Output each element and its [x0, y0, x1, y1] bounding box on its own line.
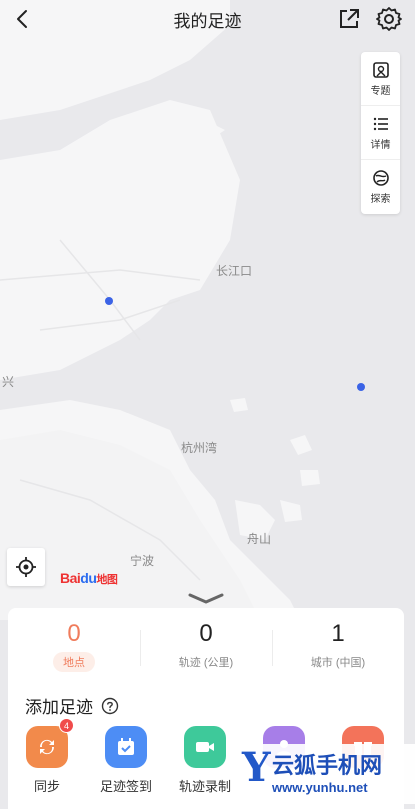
watermark-letter: Y	[242, 744, 271, 791]
add-footprint-section: 添加足迹	[25, 693, 119, 718]
tool-topic[interactable]: 专题	[361, 52, 400, 106]
track-record-button[interactable]: 轨迹录制	[170, 726, 240, 795]
sync-icon: 4	[26, 718, 74, 768]
stats-row: 0 地点 0 轨迹 (公里) 1 城市 (中国)	[8, 620, 404, 682]
map-label-ningbo: 宁波	[130, 554, 155, 568]
tool-details[interactable]: 详情	[361, 106, 400, 160]
watermark: Y 云狐手机网 www.yunhu.net	[242, 744, 415, 804]
add-footprint-title: 添加足迹	[25, 698, 93, 717]
footprint-marker[interactable]	[357, 383, 365, 391]
map-tools-panel: 专题 详情 探索	[361, 52, 400, 214]
stat-cities-value: 1	[331, 620, 345, 647]
watermark-text: 云狐手机网	[272, 753, 383, 778]
share-icon[interactable]	[336, 6, 362, 32]
track-record-label: 轨迹录制	[178, 779, 231, 794]
stat-cities-caption: 城市 (中国)	[310, 657, 366, 669]
sync-button[interactable]: 4 同步	[12, 718, 82, 795]
tool-topic-label: 专题	[370, 85, 391, 97]
footprint-marker[interactable]	[105, 297, 113, 305]
check-in-label: 足迹签到	[99, 779, 152, 794]
back-icon[interactable]	[10, 6, 36, 32]
sync-badge: 4	[59, 718, 74, 733]
stat-tracks-caption: 轨迹 (公里)	[178, 657, 234, 669]
page-title: 我的足迹	[173, 11, 242, 31]
stat-places-value: 0	[67, 620, 81, 647]
tool-explore[interactable]: 探索	[361, 160, 400, 214]
baidu-map-logo: Baidu地图	[60, 570, 118, 586]
tool-details-label: 详情	[370, 139, 391, 151]
crosshair-icon	[16, 557, 36, 577]
locate-button[interactable]	[7, 548, 45, 586]
video-camera-icon	[184, 726, 226, 768]
list-icon	[373, 117, 388, 130]
help-icon[interactable]	[101, 697, 119, 715]
gear-icon[interactable]	[375, 5, 403, 33]
watermark-url: www.yunhu.net	[272, 780, 368, 795]
map-label-hangzhou-bay: 杭州湾	[181, 441, 218, 455]
stat-places-caption: 地点	[53, 652, 95, 672]
check-in-button[interactable]: 足迹签到	[91, 726, 161, 795]
topic-icon	[372, 61, 389, 78]
map-label-yangtze: 长江口	[216, 264, 253, 278]
chevron-down-icon[interactable]	[186, 592, 226, 606]
map-label-xing: 兴	[2, 375, 15, 389]
stat-tracks-value: 0	[199, 620, 213, 647]
explore-icon	[372, 170, 389, 186]
header: 我的足迹	[0, 0, 415, 38]
stat-cities[interactable]: 1 城市 (中国)	[272, 620, 404, 682]
calendar-check-icon	[105, 726, 147, 768]
map-label-zhoushan: 舟山	[247, 532, 272, 546]
stat-places[interactable]: 0 地点	[8, 620, 140, 682]
sync-label: 同步	[33, 779, 60, 794]
tool-explore-label: 探索	[370, 194, 391, 205]
stat-tracks[interactable]: 0 轨迹 (公里)	[140, 620, 272, 682]
